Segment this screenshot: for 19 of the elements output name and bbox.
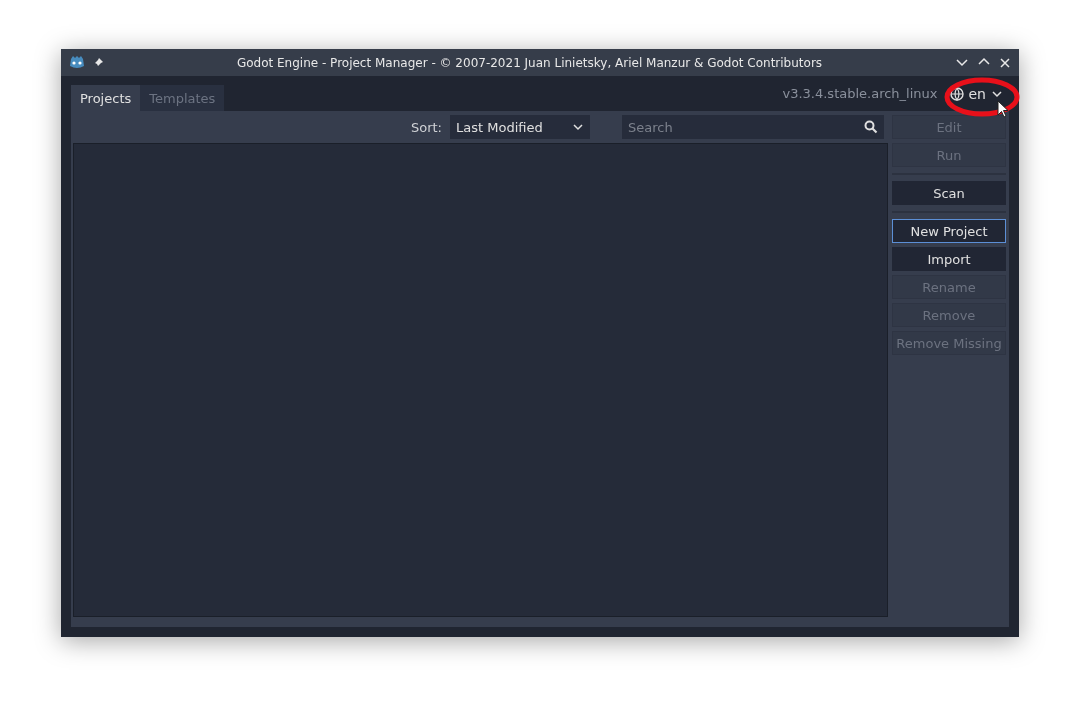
window-title: Godot Engine - Project Manager - © 2007-2021 Juan Linietsky, Ariel Manzur & Godot Contributors [235, 55, 824, 70]
sort-dropdown[interactable]: Last Modified [450, 115, 590, 139]
version-label: v3.3.4.stable.arch_linux [782, 86, 938, 101]
sidebar-button[interactable]: Scan [892, 181, 1006, 205]
minimize-icon[interactable] [955, 56, 969, 67]
mouse-cursor-icon [997, 100, 1009, 118]
search-icon[interactable] [864, 120, 878, 134]
caret-icon [991, 89, 1003, 98]
pin-icon[interactable] [93, 57, 104, 68]
sort-label: Sort: [410, 119, 442, 135]
sidebar-button[interactable]: Import [892, 247, 1006, 271]
globe-icon [949, 86, 964, 101]
app-logo-icon [69, 55, 85, 70]
close-icon[interactable] [999, 56, 1011, 69]
search-field[interactable]: Search [622, 115, 884, 139]
sidebar-button[interactable]: New Project [892, 219, 1006, 243]
caret-icon [572, 123, 584, 131]
tab[interactable]: Projects [71, 85, 141, 111]
maximize-icon[interactable] [977, 56, 991, 67]
